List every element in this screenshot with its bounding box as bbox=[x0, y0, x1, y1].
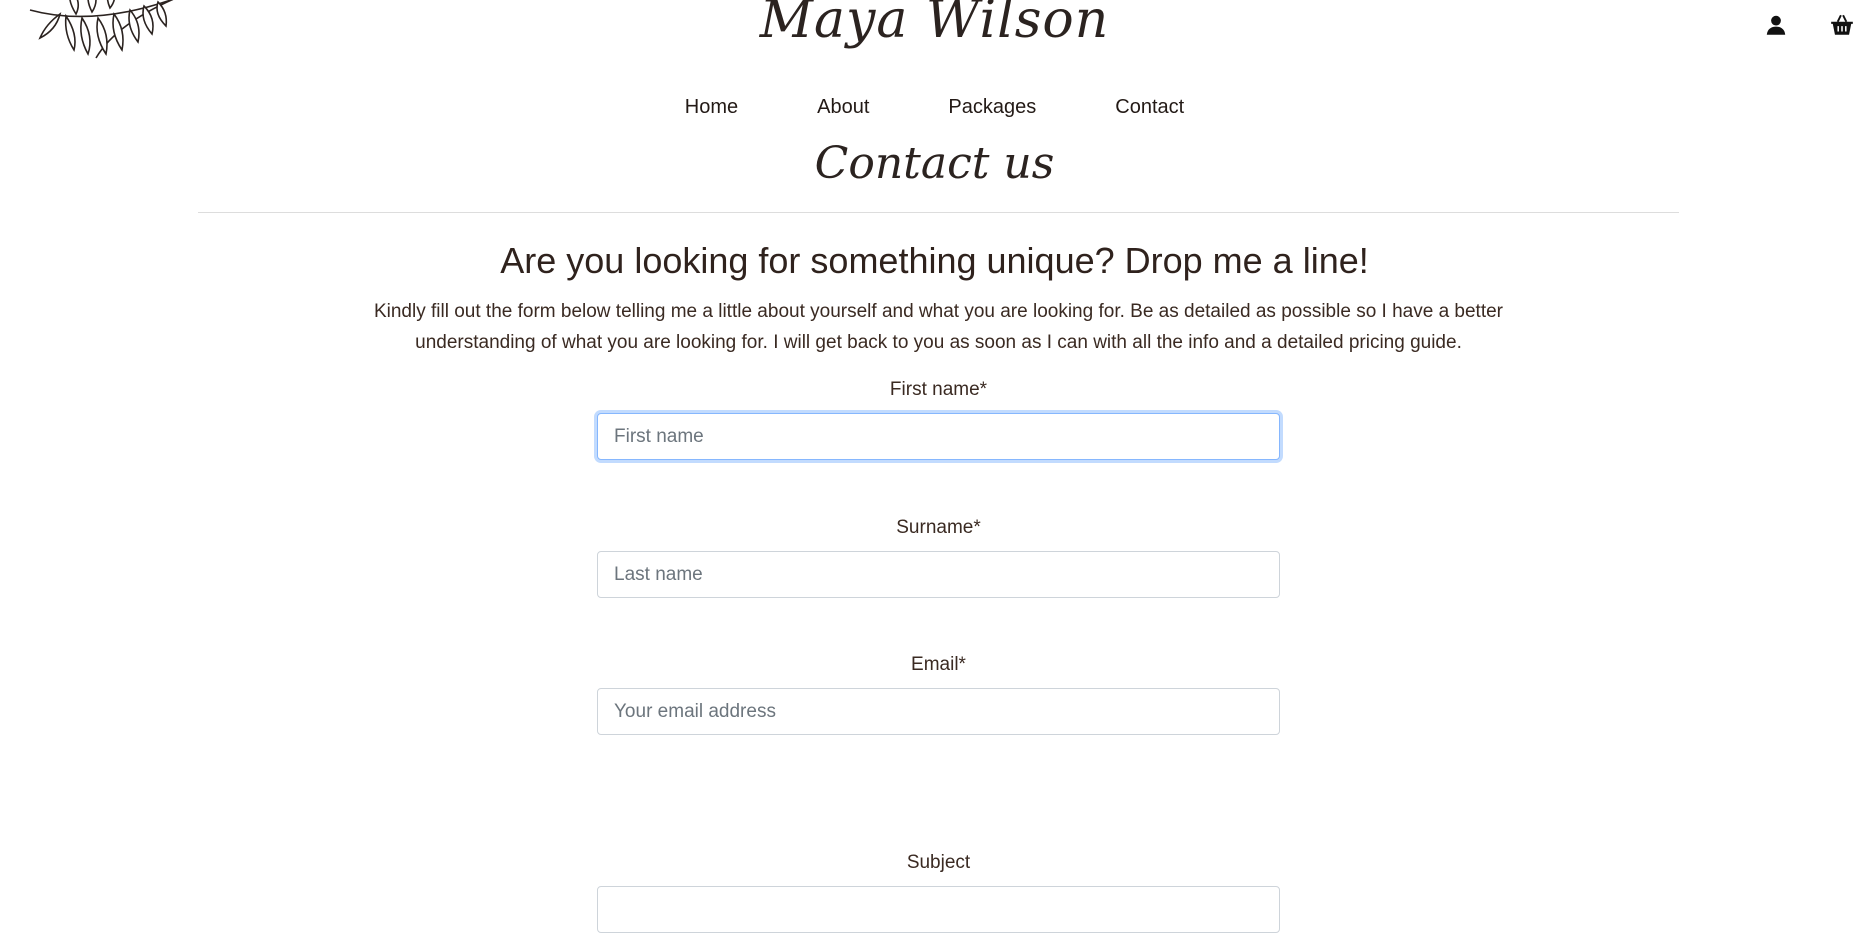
page-title: Contact us bbox=[814, 138, 1055, 189]
nav-home[interactable]: Home bbox=[685, 96, 738, 119]
first-name-group: First name* bbox=[597, 379, 1280, 460]
nav-packages[interactable]: Packages bbox=[948, 96, 1036, 119]
first-name-input[interactable] bbox=[597, 413, 1280, 460]
brand-title[interactable]: Maya Wilson bbox=[0, 0, 1869, 50]
basket-icon[interactable] bbox=[1829, 12, 1855, 38]
surname-label: Surname* bbox=[896, 517, 981, 538]
divider bbox=[198, 212, 1679, 213]
surname-input[interactable] bbox=[597, 551, 1280, 598]
header-icons bbox=[1763, 12, 1855, 38]
main-nav: Home About Packages Contact bbox=[0, 96, 1869, 119]
intro-title: Are you looking for something unique? Dr… bbox=[500, 240, 1369, 281]
email-input[interactable] bbox=[597, 688, 1280, 735]
subject-label: Subject bbox=[906, 852, 971, 873]
intro-text: Kindly fill out the form below telling m… bbox=[373, 301, 1504, 353]
surname-group: Surname* bbox=[597, 517, 1280, 598]
nav-about[interactable]: About bbox=[817, 96, 869, 119]
nav-contact[interactable]: Contact bbox=[1115, 96, 1184, 119]
subject-input[interactable] bbox=[597, 886, 1280, 933]
account-icon[interactable] bbox=[1763, 12, 1789, 38]
email-label: Email* bbox=[911, 654, 966, 675]
first-name-label: First name* bbox=[889, 379, 988, 400]
email-group: Email* bbox=[597, 654, 1280, 735]
